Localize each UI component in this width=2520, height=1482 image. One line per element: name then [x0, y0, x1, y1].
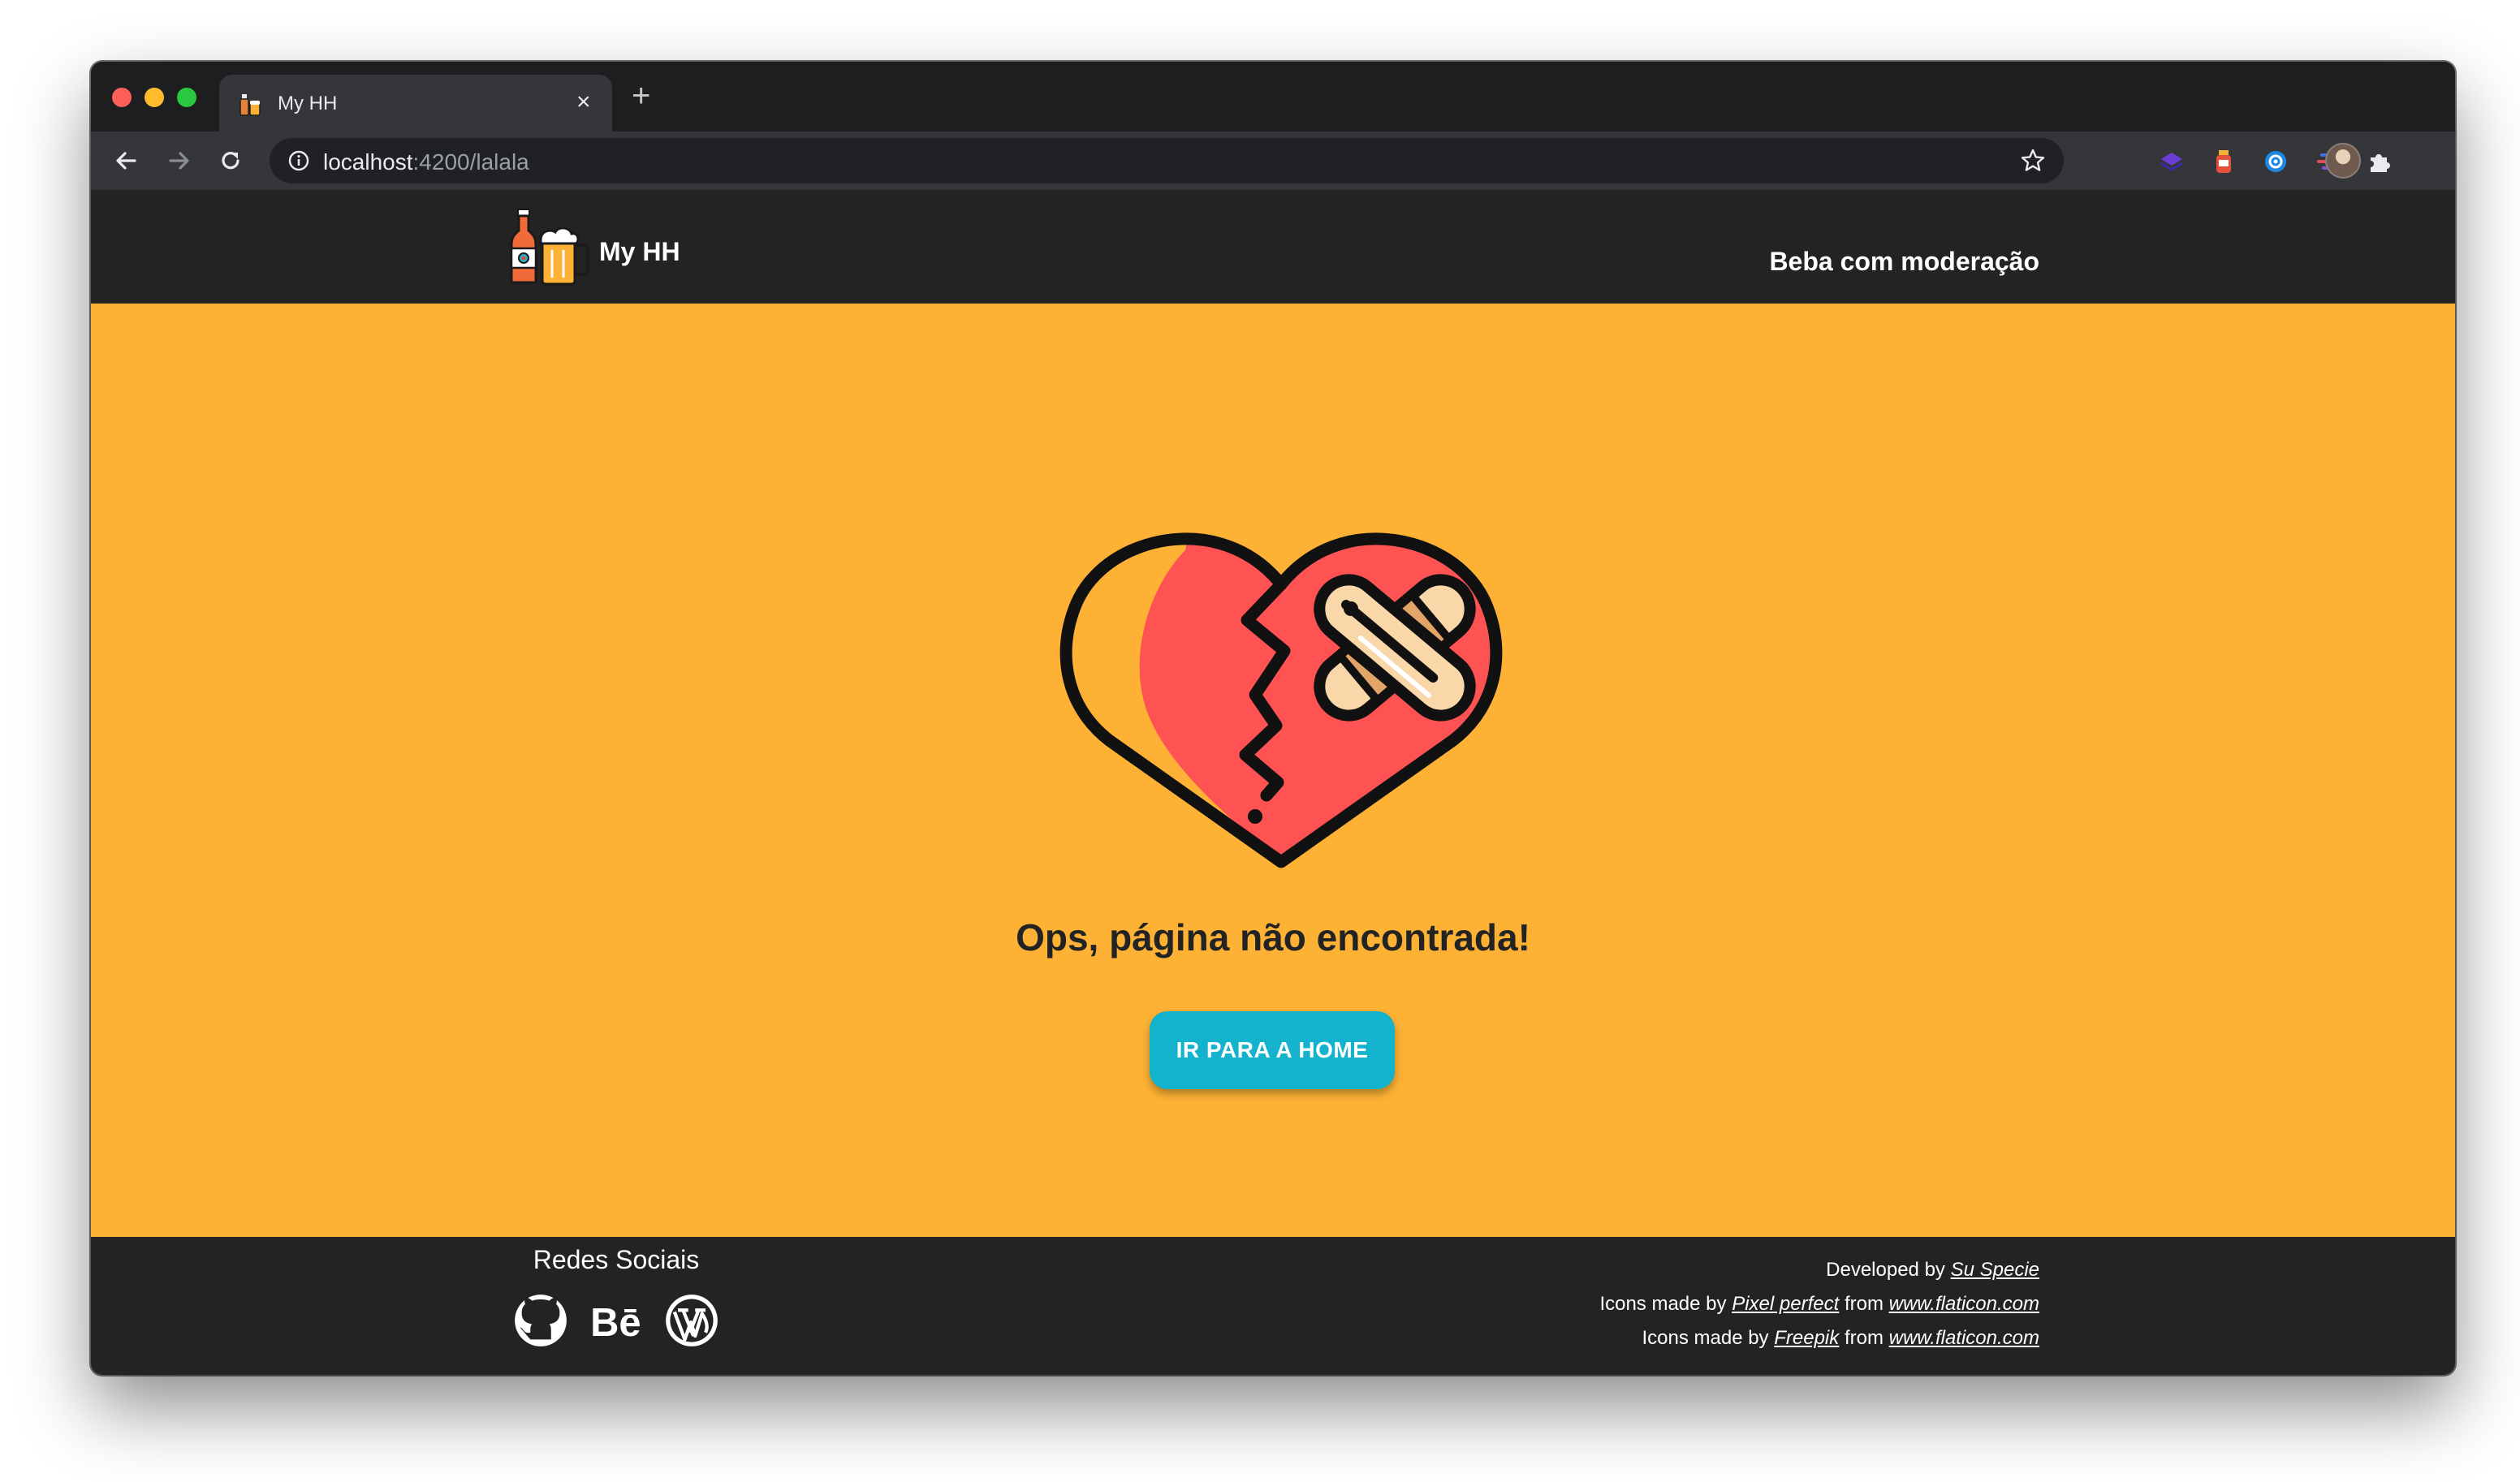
github-icon[interactable]: [513, 1293, 568, 1348]
close-window-button[interactable]: [112, 88, 132, 107]
go-home-button[interactable]: IR PARA A HOME: [1150, 1011, 1395, 1089]
extension-layers-icon[interactable]: [2158, 148, 2186, 175]
browser-toolbar: localhost:4200/lalala: [91, 131, 2455, 190]
page-not-found-heading: Ops, página não encontrada!: [1016, 916, 1530, 959]
tab-strip: My HH × +: [91, 62, 2455, 131]
site-header: My HH Beba com moderação: [91, 190, 2455, 304]
tab-title: My HH: [278, 93, 338, 114]
url-path: :4200/lalala: [412, 149, 529, 174]
header-motto: Beba com moderação: [1769, 247, 2039, 276]
svg-text:Bē: Bē: [590, 1301, 641, 1345]
site-info-icon[interactable]: [287, 149, 310, 172]
flaticon-link-1[interactable]: www.flaticon.com: [1889, 1293, 2039, 1315]
social-icons: Bē: [507, 1293, 726, 1348]
reload-icon[interactable]: [214, 144, 247, 177]
credit-line3-from: from: [1844, 1327, 1884, 1349]
not-found-content: Ops, página não encontrada! IR PARA A HO…: [91, 304, 2455, 1237]
behance-icon[interactable]: Bē: [589, 1293, 644, 1348]
credit-icons-pixel-perfect: Icons made by Pixel perfect from www.fla…: [1599, 1287, 2039, 1321]
credit-line2-from: from: [1844, 1293, 1884, 1315]
url-host: localhost: [323, 149, 413, 174]
close-tab-icon[interactable]: ×: [576, 89, 591, 115]
freepik-link[interactable]: Freepik: [1774, 1327, 1839, 1349]
extension-target-icon[interactable]: [2262, 148, 2289, 175]
new-tab-icon[interactable]: +: [632, 80, 650, 112]
browser-window: My HH × + localhost:4200/lalala My HH Be…: [91, 62, 2455, 1375]
back-arrow-icon[interactable]: [110, 144, 143, 177]
wordpress-icon[interactable]: [664, 1293, 719, 1348]
developer-link[interactable]: Su Specie: [1951, 1259, 2039, 1281]
minimize-window-button[interactable]: [145, 88, 164, 107]
pixel-perfect-link[interactable]: Pixel perfect: [1732, 1293, 1839, 1315]
profile-avatar[interactable]: [2325, 143, 2361, 179]
beer-favicon-icon: [239, 94, 261, 116]
credits: Developed by Su Specie Icons made by Pix…: [1599, 1253, 2039, 1355]
social-title: Redes Sociais: [533, 1245, 700, 1274]
address-bar[interactable]: localhost:4200/lalala: [270, 138, 2064, 183]
broken-heart-bandage-icon: [1059, 532, 1503, 868]
credit-line3-prefix: Icons made by: [1642, 1327, 1769, 1349]
credit-developer: Developed by Su Specie: [1599, 1253, 2039, 1287]
brand-name: My HH: [599, 236, 680, 266]
forward-arrow-icon[interactable]: [162, 144, 195, 177]
flaticon-link-2[interactable]: www.flaticon.com: [1889, 1327, 2039, 1349]
credit-icons-freepik: Icons made by Freepik from www.flaticon.…: [1599, 1321, 2039, 1355]
credit-developer-prefix: Developed by: [1826, 1259, 1945, 1281]
extensions-puzzle-icon[interactable]: [2366, 148, 2393, 175]
url-text: localhost:4200/lalala: [323, 149, 529, 175]
credit-line2-prefix: Icons made by: [1599, 1293, 1727, 1315]
site-footer: Redes Sociais Bē Developed by Su Specie …: [91, 1237, 2455, 1375]
brand-link[interactable]: My HH: [507, 203, 680, 291]
bookmark-star-icon[interactable]: [2020, 148, 2046, 174]
social-networks: Redes Sociais Bē: [507, 1245, 726, 1348]
extension-bottle-icon[interactable]: [2210, 148, 2237, 175]
tab-my-hh[interactable]: My HH ×: [219, 75, 612, 131]
beer-bottle-mug-logo-icon: [510, 209, 589, 286]
maximize-window-button[interactable]: [177, 88, 196, 107]
web-page: My HH Beba com moderação Ops, página não…: [91, 190, 2455, 1375]
